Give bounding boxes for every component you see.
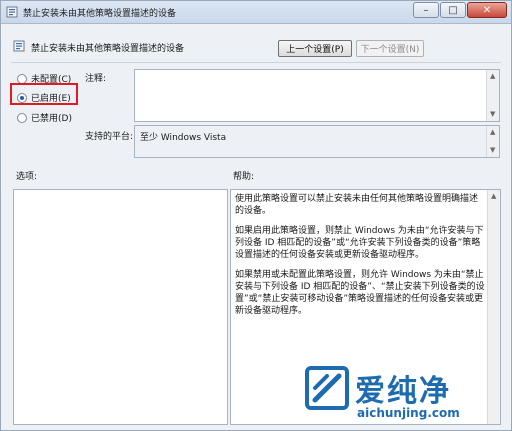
header-divider (11, 62, 501, 63)
policy-title: 禁止安装未由其他策略设置描述的设备 (31, 44, 185, 54)
scroll-up-icon[interactable]: ▲ (491, 193, 496, 200)
policy-editor-window: 禁止安装未由其他策略设置描述的设备 – □ ✕ 禁止安装未由其他策略设置描述的设… (0, 0, 512, 431)
help-label: 帮助: (233, 172, 255, 182)
options-label: 选项: (16, 172, 38, 182)
watermark-logo-icon (305, 366, 349, 410)
radio-label-disabled: 已禁用(D) (31, 114, 72, 124)
radio-circle[interactable] (17, 112, 27, 123)
comment-textarea[interactable]: ▲ ▼ (134, 69, 500, 122)
help-paragraph: 如果禁用或未配置此策略设置，则允许 Windows 为未由“禁止安装与下列设备 … (235, 270, 485, 316)
comment-scrollbar[interactable]: ▲ ▼ (486, 70, 499, 121)
close-button[interactable]: ✕ (467, 2, 507, 18)
watermark-url: aichunjing.com (357, 406, 460, 420)
radio-disabled[interactable]: 已禁用(D) (17, 111, 72, 124)
supported-platform-field: 至少 Windows Vista ▲ ▼ (134, 125, 500, 158)
help-paragraph: 使用此策略设置可以禁止安装未由任何其他策略设置明确描述的设备。 (235, 194, 479, 216)
window-title: 禁止安装未由其他策略设置描述的设备 (23, 9, 177, 19)
title-bar[interactable]: 禁止安装未由其他策略设置描述的设备 – □ ✕ (1, 1, 511, 24)
options-pane[interactable] (13, 189, 228, 425)
window-controls: – □ ✕ (412, 2, 507, 18)
help-text: 使用此策略设置可以禁止安装未由任何其他策略设置明确描述的设备。 如果启用此策略设… (235, 193, 485, 325)
radio-circle[interactable] (17, 73, 27, 84)
previous-setting-button[interactable]: 上一个设置(P) (278, 40, 352, 57)
maximize-button[interactable]: □ (440, 2, 466, 18)
supported-platform-value: 至少 Windows Vista (140, 133, 227, 143)
supported-scrollbar[interactable]: ▲ ▼ (486, 126, 499, 157)
watermark: 爱纯净 aichunjing.com (303, 364, 503, 424)
watermark-brand: 爱纯净 (355, 374, 451, 409)
policy-app-icon (6, 6, 18, 18)
help-paragraph: 如果启用此策略设置，则禁止 Windows 为未由“允许安装与下列设备 ID 相… (235, 226, 484, 260)
next-setting-button[interactable]: 下一个设置(N) (356, 40, 424, 57)
scroll-up-icon[interactable]: ▲ (490, 129, 495, 136)
scroll-down-icon[interactable]: ▼ (490, 147, 495, 154)
supported-platform-label: 支持的平台: (85, 132, 134, 142)
policy-setting-icon (13, 40, 25, 52)
scroll-up-icon[interactable]: ▲ (490, 73, 495, 80)
enabled-highlight-box (10, 83, 78, 105)
comment-label: 注释: (85, 74, 107, 84)
scroll-down-icon[interactable]: ▼ (490, 111, 495, 118)
minimize-button[interactable]: – (413, 2, 439, 18)
